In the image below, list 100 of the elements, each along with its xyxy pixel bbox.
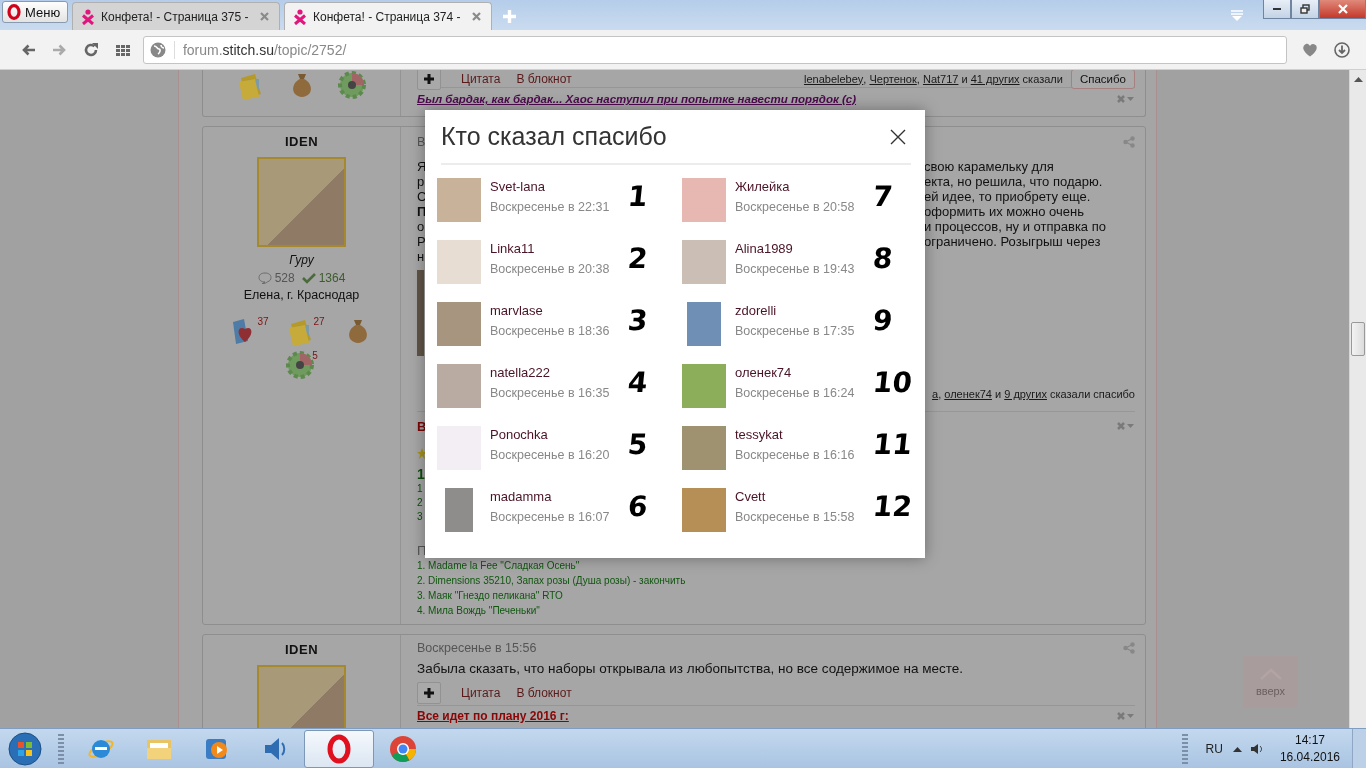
address-field[interactable]: forum.stitch.su/topic/2752/ [142,35,1287,64]
handwritten-number: 3 [626,306,650,336]
plus-icon [424,687,434,698]
globe-icon [149,41,166,58]
download-icon [1334,41,1351,58]
add-button[interactable] [417,681,441,704]
thanks-text: , [916,72,921,85]
signature-text: Был бардак, как бардак... Хаос наступил при попытке навести порядок (с) [417,93,857,105]
award-count: 5 [312,350,318,361]
action-link[interactable]: В блокнот [516,71,572,86]
list-heading-fragment: 1 [417,466,425,482]
avatar-thumbnail [437,364,481,408]
user-link[interactable]: Чертенок [869,72,917,85]
avatar-thumbnail [682,364,726,408]
user-link[interactable]: Ponochka [490,427,548,442]
action-link[interactable]: Цитата [461,685,501,700]
user-rank: Гуру [289,253,314,267]
list-item: 4. Мила Вождь "Печеньки" [417,604,540,618]
avatar-thumbnail [437,302,481,346]
text-fragment: р [417,174,425,189]
avatar-thumbnail [445,488,473,532]
plus-icon [424,73,434,84]
user-link[interactable]: Nat717 [922,72,959,85]
text-fragment: и процессов, ну и отправка по [924,219,1106,234]
avatar-thumbnail [437,178,481,222]
thanks-text: и [994,388,1003,402]
volume-icon [1249,741,1264,756]
close-dropdown-icon [1117,94,1135,104]
browser-tab[interactable]: Конфета! - Страница 374 - [284,2,492,30]
clock-date: 16.04.2016 [1279,750,1340,764]
avatar-thumbnail [682,240,726,284]
thanks-time: Воскресенье в 16:35 [490,386,611,400]
scroll-up-arrow-icon [1353,76,1363,82]
minimize-icon [1273,8,1281,10]
thanks-time: Воскресенье в 16:20 [490,448,611,462]
user-link[interactable]: Жилейка [735,179,790,194]
dialog-title: Кто сказал спасибо [441,122,667,151]
user-link[interactable]: оленек74 [944,388,992,402]
scrollbar-thumb[interactable] [1351,322,1365,356]
signature-heading: Все идет по плану 2016 г: [417,709,569,723]
award-count: 37 [257,316,269,327]
thanks-text: сказали [1021,72,1063,85]
user-link[interactable]: natella222 [490,365,550,380]
user-link[interactable]: 41 других [970,72,1020,85]
user-link[interactable]: Svet-lana [490,179,545,194]
restore-icon [1300,4,1310,14]
thanks-button[interactable]: Спасибо [1070,70,1135,89]
username[interactable]: IDEN [284,134,319,150]
post-text: Забыла сказать, что наборы открывала из любопытства, но все содержимое на месте. [417,661,964,676]
action-link[interactable]: В блокнот [516,685,572,700]
maximize-button[interactable] [1291,0,1319,19]
text-fragment: оформить их можно очень [924,204,1085,219]
taskbar-app-button[interactable] [304,729,374,768]
handwritten-number: 1 [626,182,650,212]
post-date: В [417,135,426,149]
user-link[interactable]: Cvett [735,489,766,504]
user-link[interactable]: marvlase [490,303,543,318]
thanks-time: Воскресенье в 16:07 [490,510,611,524]
handwritten-number: 4 [626,368,650,398]
handwritten-number: 2 [626,244,650,274]
text-fragment: Р [417,234,425,249]
browser-tab[interactable]: Конфета! - Страница 375 - [72,2,280,30]
heading-fragment: В [417,418,427,434]
list-item-fragment: 3 [417,510,423,524]
thanks-time: Воскресенье в 22:31 [490,200,611,214]
user-link[interactable]: оленек74 [735,365,792,380]
gear-icon [285,350,316,380]
avatar-thumbnail [437,240,481,284]
handwritten-number: 5 [626,430,650,460]
text-fragment: ограничено. Розыгрыш через [924,234,1102,249]
minimize-button[interactable] [1263,0,1291,19]
user-link[interactable]: 9 других [1004,388,1047,402]
text-fragment: П [417,204,425,219]
check-icon [301,272,316,284]
username[interactable]: IDEN [284,642,319,658]
menu-button[interactable]: Меню [2,1,68,23]
thanks-time: Воскресенье в 17:35 [735,324,856,338]
thanks-time: Воскресенье в 15:58 [735,510,856,524]
award-count: 27 [313,316,325,327]
user-link[interactable]: Linka11 [490,241,535,256]
text-fragment: о [417,219,425,234]
avatar-thumbnail [687,302,721,346]
add-button[interactable] [417,70,441,90]
language-indicator[interactable]: RU [1205,741,1223,756]
scrollbar[interactable] [1349,70,1366,728]
thanks-text: , [938,388,943,402]
list-item-fragment: 2 [417,496,423,510]
user-link[interactable]: madamma [490,489,552,504]
user-link[interactable]: zdorelli [735,303,777,318]
thanks-time: Воскресенье в 16:16 [735,448,856,462]
text-fragment: екта, но решила, что подарю. [924,174,1104,189]
avatar-thumbnail [682,488,726,532]
action-link[interactable]: Цитата [461,71,501,86]
user-link[interactable]: Alina1989 [735,241,793,256]
handwritten-number: 8 [871,244,895,274]
user-link[interactable]: lenabelebey [803,72,864,85]
handwritten-number: 11 [871,430,914,460]
stick-figure-icon [293,8,307,25]
user-link[interactable]: tessykat [735,427,783,442]
close-dropdown-icon [1117,711,1135,721]
